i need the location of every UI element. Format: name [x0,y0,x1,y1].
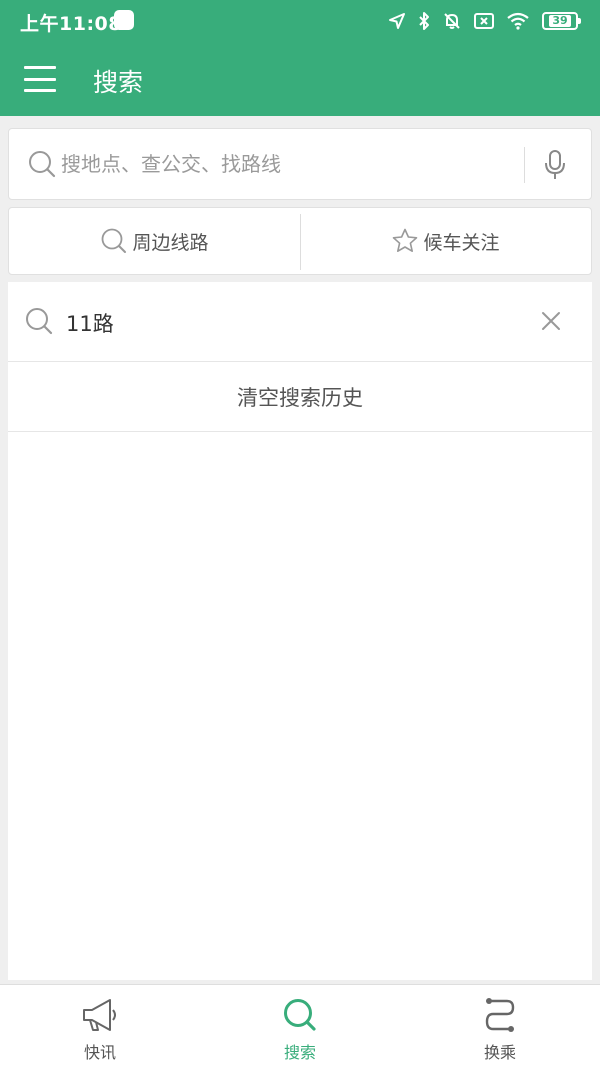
bottom-nav: 快讯 搜索 换乘 [0,984,600,1067]
nav-search[interactable]: 搜索 [200,985,400,1067]
nav-transfer-label: 换乘 [483,1043,516,1062]
megaphone-icon [83,999,116,1031]
mute-bell-icon [444,13,460,29]
sim-off-icon [474,13,494,29]
tab-bus-watch-label: 候车关注 [423,231,500,254]
tab-bus-watch[interactable]: 候车关注 [300,208,591,274]
menu-button[interactable] [24,66,56,92]
search-history: 11路 清空搜索历史 [8,282,592,980]
nav-search-label: 搜索 [283,1043,316,1062]
history-item[interactable]: 11路 [8,282,592,362]
tab-nearby-lines-label: 周边线路 [132,231,209,254]
location-icon [389,13,405,29]
search-divider [524,147,525,183]
close-icon[interactable] [540,310,562,332]
bluetooth-icon [419,12,429,30]
route-icon [485,998,515,1032]
app-notification-icon [114,10,134,30]
tab-nearby-lines[interactable]: 周边线路 [9,208,300,274]
search-icon [29,151,56,178]
search-box [8,128,592,200]
search-icon [284,999,316,1031]
status-bar: 上午11:08 39 [0,0,600,42]
status-icons: 39 [388,8,581,34]
search-input[interactable] [61,129,521,199]
wifi-icon [507,12,529,30]
history-item-text: 11路 [66,312,114,336]
battery-icon: 39 [542,12,581,30]
page-title: 搜索 [93,68,144,97]
nav-transfer[interactable]: 换乘 [400,985,600,1067]
clear-history-button[interactable]: 清空搜索历史 [8,362,592,432]
nav-news-label: 快讯 [83,1043,116,1062]
quick-tabs: 周边线路 候车关注 [8,207,592,275]
menu-icon [24,66,56,69]
search-icon [102,228,127,253]
toolbar: 搜索 [0,42,600,116]
search-icon [26,308,53,335]
nav-news[interactable]: 快讯 [0,985,200,1067]
app-bar: 上午11:08 39 搜索 [0,0,600,116]
mic-icon[interactable] [543,149,567,181]
battery-level: 39 [549,15,571,27]
star-icon [393,228,418,252]
status-time: 上午11:08 [20,13,122,35]
